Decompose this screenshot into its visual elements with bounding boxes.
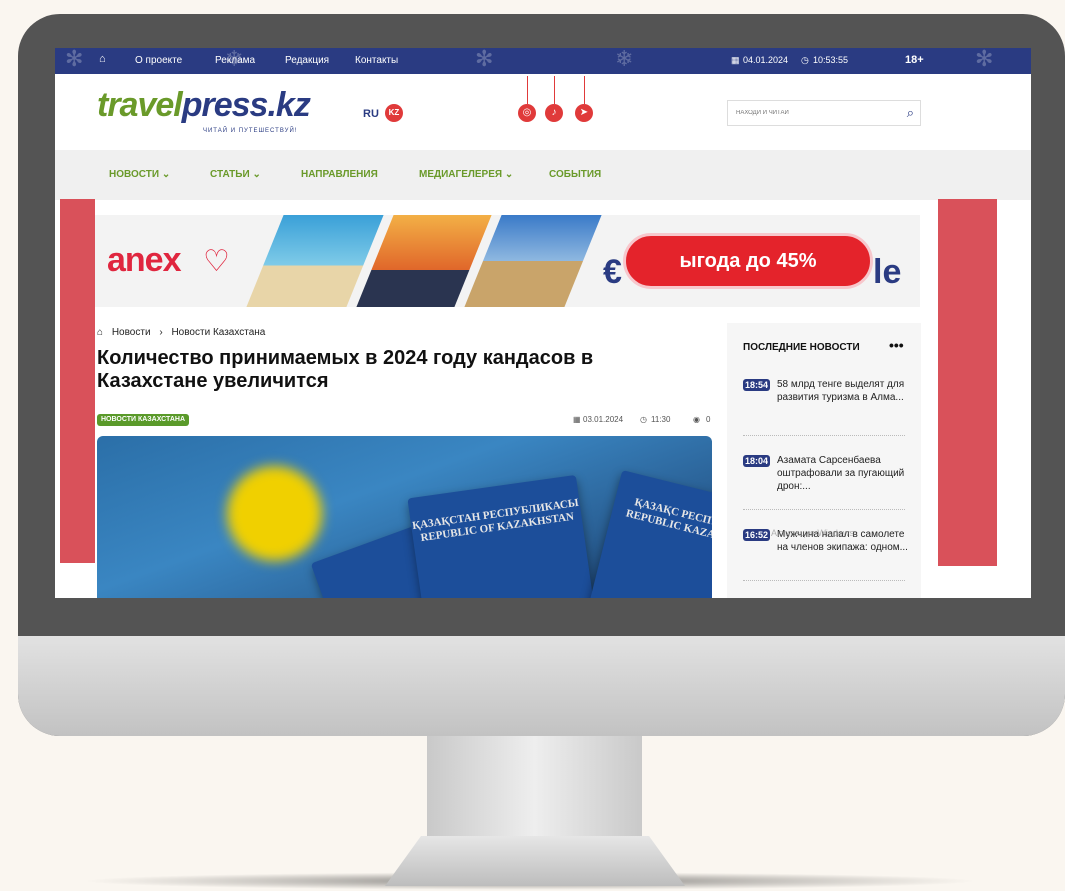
monitor-chin bbox=[18, 636, 1065, 736]
snowflake-icon: ✻ bbox=[975, 48, 994, 71]
news-text[interactable]: 58 млрд тенге выделят для развития туриз… bbox=[777, 378, 909, 404]
calendar-icon: ▦ bbox=[731, 55, 740, 65]
search-icon[interactable]: ⌕ bbox=[907, 105, 914, 121]
age-rating: 18+ bbox=[905, 54, 924, 66]
tiktok-icon[interactable]: ♪ bbox=[545, 104, 563, 122]
main-nav: НОВОСТИ ⌄ СТАТЬИ ⌄ НАПРАВЛЕНИЯ МЕДИАГЕЛЕ… bbox=[55, 150, 1031, 200]
nav-item-events[interactable]: СОБЫТИЯ bbox=[549, 169, 601, 180]
chevron-down-icon: ⌄ bbox=[252, 169, 261, 180]
topbar-link-editorial[interactable]: Редакция bbox=[285, 55, 329, 66]
ornament-string bbox=[527, 76, 528, 104]
article-date: 03.01.2024 bbox=[583, 415, 624, 424]
search-box: ⌕ bbox=[727, 100, 921, 126]
red-side-panel bbox=[60, 199, 95, 563]
article-title: Количество принимаемых в 2024 году канда… bbox=[97, 347, 594, 392]
breadcrumb-kz-news[interactable]: Новости Казахстана bbox=[171, 327, 265, 338]
more-icon[interactable]: ••• bbox=[889, 337, 904, 353]
topbar-link-about[interactable]: О проекте bbox=[135, 55, 182, 66]
snowflake-icon: ✻ bbox=[65, 48, 84, 71]
passport: ҚАЗАҚС РЕСПУБЛИ REPUBLIC KAZAKHST bbox=[586, 470, 712, 598]
news-time: 16:52 bbox=[743, 529, 771, 541]
clock-icon: ◷ bbox=[801, 55, 809, 65]
calendar-icon: ▦ bbox=[573, 415, 581, 424]
nav-item-label: СТАТЬИ bbox=[210, 169, 250, 180]
topbar-link-contacts[interactable]: Контакты bbox=[355, 55, 398, 66]
red-side-panel bbox=[938, 199, 997, 566]
home-icon[interactable]: ⌂ bbox=[97, 327, 103, 338]
clock-icon: ◷ bbox=[640, 415, 647, 424]
ornament-string bbox=[584, 76, 585, 104]
breadcrumb-news[interactable]: Новости bbox=[112, 327, 151, 338]
article-hero-image: ҚАЗАҚСТАН РЕСПУБЛИКАСЫ REPUBLIC OF KAZAK… bbox=[97, 436, 712, 598]
ornament-string bbox=[554, 76, 555, 104]
chevron-down-icon: ⌄ bbox=[161, 169, 171, 180]
browser-screen: ✻ ❄ ✻ ❄ ✻ ⌂ О проекте Реклама Редакция К… bbox=[55, 48, 1031, 598]
banner-text-fragment: le bbox=[873, 253, 902, 291]
monitor-stand-base bbox=[385, 836, 685, 886]
category-tag[interactable]: НОВОСТИ КАЗАХСТАНА bbox=[97, 414, 190, 426]
site-tagline: ЧИТАЙ И ПУТЕШЕСТВУЙ! bbox=[203, 128, 298, 134]
nav-item-gallery[interactable]: МЕДИАГЕЛЕРЕЯ ⌄ bbox=[419, 169, 513, 180]
logo-part-travel: travel bbox=[97, 86, 183, 124]
promo-pill: ыгода до 45% bbox=[623, 233, 873, 289]
breadcrumb-separator: › bbox=[159, 327, 163, 338]
banner-text-fragment: € bbox=[603, 253, 622, 291]
banner-brand: anex bbox=[107, 241, 181, 279]
flag-sun bbox=[227, 466, 322, 561]
news-text[interactable]: Азамата Сарсенбаева оштрафовали за пугаю… bbox=[777, 454, 909, 493]
eye-icon: ◉ bbox=[693, 415, 700, 424]
news-time: 18:54 bbox=[743, 379, 771, 391]
nav-item-label: МЕДИАГЕЛЕРЕЯ bbox=[419, 169, 503, 180]
monitor-stand-neck bbox=[427, 736, 642, 846]
current-date: 04.01.2024 bbox=[743, 55, 789, 65]
windows-activation-watermark: Активация Windows bbox=[771, 528, 854, 538]
home-icon[interactable]: ⌂ bbox=[99, 53, 106, 65]
telegram-icon[interactable]: ➤ bbox=[575, 104, 593, 122]
instagram-icon[interactable]: ◎ bbox=[518, 104, 536, 122]
nav-item-label: НОВОСТИ bbox=[109, 169, 160, 180]
search-input[interactable] bbox=[728, 101, 888, 125]
nav-item-news[interactable]: НОВОСТИ ⌄ bbox=[109, 169, 170, 180]
breadcrumb: ⌂ Новости › Новости Казахстана bbox=[97, 327, 271, 338]
nav-item-directions[interactable]: НАПРАВЛЕНИЯ bbox=[301, 169, 378, 180]
top-bar: ✻ ❄ ✻ ❄ ✻ ⌂ О проекте Реклама Редакция К… bbox=[55, 48, 1031, 74]
ad-banner[interactable]: anex ♡ € ыгода до 45% le bbox=[95, 215, 920, 307]
language-ru[interactable]: RU bbox=[363, 108, 379, 120]
snowflake-icon: ✻ bbox=[475, 48, 494, 71]
snowflake-icon: ❄ bbox=[615, 48, 634, 71]
latest-news-sidebar: ПОСЛЕДНИЕ НОВОСТИ ••• 18:54 58 млрд тенг… bbox=[727, 323, 921, 598]
news-time: 18:04 bbox=[743, 455, 771, 467]
passport: ҚАЗАҚСТАН РЕСПУБЛИКАСЫ REPUBLIC OF KAZAK… bbox=[407, 474, 597, 598]
divider bbox=[743, 509, 905, 510]
logo-part-press: press.kz bbox=[181, 86, 311, 124]
language-kz[interactable]: KZ bbox=[385, 104, 403, 122]
site-logo[interactable]: travelpress.kz bbox=[97, 86, 311, 125]
sidebar-title: ПОСЛЕДНИЕ НОВОСТИ bbox=[743, 342, 860, 353]
divider bbox=[743, 580, 905, 581]
topbar-link-ads[interactable]: Реклама bbox=[215, 55, 255, 66]
view-count: 0 bbox=[706, 415, 711, 424]
current-time: 10:53:55 bbox=[813, 55, 849, 65]
divider bbox=[743, 435, 905, 436]
nav-item-articles[interactable]: СТАТЬИ ⌄ bbox=[210, 169, 261, 180]
article-time: 11:30 bbox=[651, 415, 671, 424]
heart-icon: ♡ bbox=[203, 245, 230, 278]
chevron-down-icon: ⌄ bbox=[504, 169, 514, 180]
